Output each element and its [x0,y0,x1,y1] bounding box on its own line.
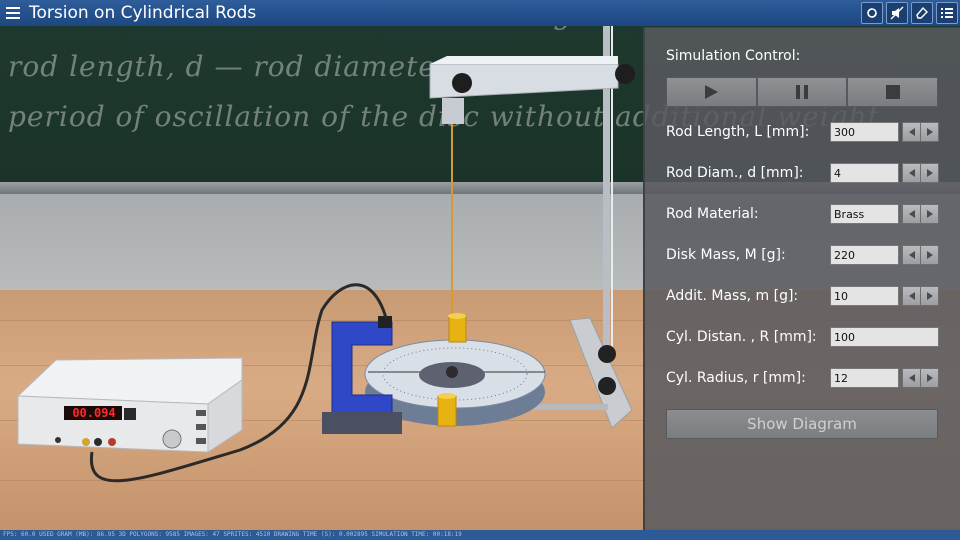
play-icon [705,85,719,99]
crossbar-knob [452,73,472,93]
mute-icon[interactable] [886,2,908,24]
show-diagram-button[interactable]: Show Diagram [666,409,938,439]
app-window: — additional weight mass rod length, d —… [0,0,960,540]
cyl-radius-stepper[interactable] [902,368,939,388]
cyl-distance-field[interactable]: 100 [830,327,939,347]
stop-icon [885,85,900,99]
add-mass-cylinder [437,395,457,427]
chevron-right-icon[interactable] [921,369,938,387]
base-knob [598,345,616,363]
rod-length-stepper[interactable] [902,122,939,142]
rod-diameter-field[interactable]: 4 [830,163,899,183]
chevron-left-icon[interactable] [903,123,921,141]
chevron-right-icon[interactable] [921,287,938,305]
chevron-right-icon[interactable] [921,246,938,264]
chevron-left-icon[interactable] [903,369,921,387]
chevron-left-icon[interactable] [903,205,921,223]
rod-length-field[interactable]: 300 [830,122,899,142]
status-bar: FPS: 60.0 USED GRAM (MB): 86.95 3D POLYG… [0,530,960,540]
addit-mass-label: Addit. Mass, m [g]: [666,288,799,304]
pause-icon [796,85,808,99]
rod-material-stepper[interactable] [902,204,939,224]
addit-mass-field[interactable]: 10 [830,286,899,306]
rod-length-label: Rod Length, L [mm]: [666,124,810,140]
play-button[interactable] [666,77,757,107]
pause-button[interactable] [756,77,848,107]
chevron-left-icon[interactable] [903,246,921,264]
rod-material-label: Rod Material: [666,206,759,222]
title-bar: Torsion on Cylindrical Rods [0,0,960,26]
menu-icon[interactable] [0,0,26,26]
simulation-controls [666,77,939,107]
rod-diameter-label: Rod Diam., d [mm]: [666,165,804,181]
chevron-right-icon[interactable] [921,205,938,223]
panel-heading: Simulation Control: [666,48,801,64]
timer-readout: 00.094 [72,406,116,420]
stand-base [569,317,633,429]
eraser-icon[interactable] [911,2,933,24]
addit-mass-stepper[interactable] [902,286,939,306]
control-panel: Simulation Control: Rod Length, L [mm]: … [643,27,960,530]
disk-mass-label: Disk Mass, M [g]: [666,247,786,263]
disk-mass-field[interactable]: 220 [830,245,899,265]
list-icon[interactable] [936,2,958,24]
clamp [442,98,464,124]
app-title: Torsion on Cylindrical Rods [29,3,257,23]
cyl-distance-label: Cyl. Distan. , R [mm]: [666,329,817,345]
cyl-radius-field[interactable]: 12 [830,368,899,388]
chevron-left-icon[interactable] [903,287,921,305]
stop-button[interactable] [847,77,939,107]
rod-material-field[interactable]: Brass [830,204,899,224]
chevron-right-icon[interactable] [921,164,938,182]
chevron-left-icon[interactable] [903,164,921,182]
chevron-right-icon[interactable] [921,123,938,141]
cyl-radius-label: Cyl. Radius, r [mm]: [666,370,806,386]
rod-diameter-stepper[interactable] [902,163,939,183]
disk-mass-stepper[interactable] [902,245,939,265]
refresh-icon[interactable] [861,2,883,24]
add-mass-cylinder [448,315,467,343]
